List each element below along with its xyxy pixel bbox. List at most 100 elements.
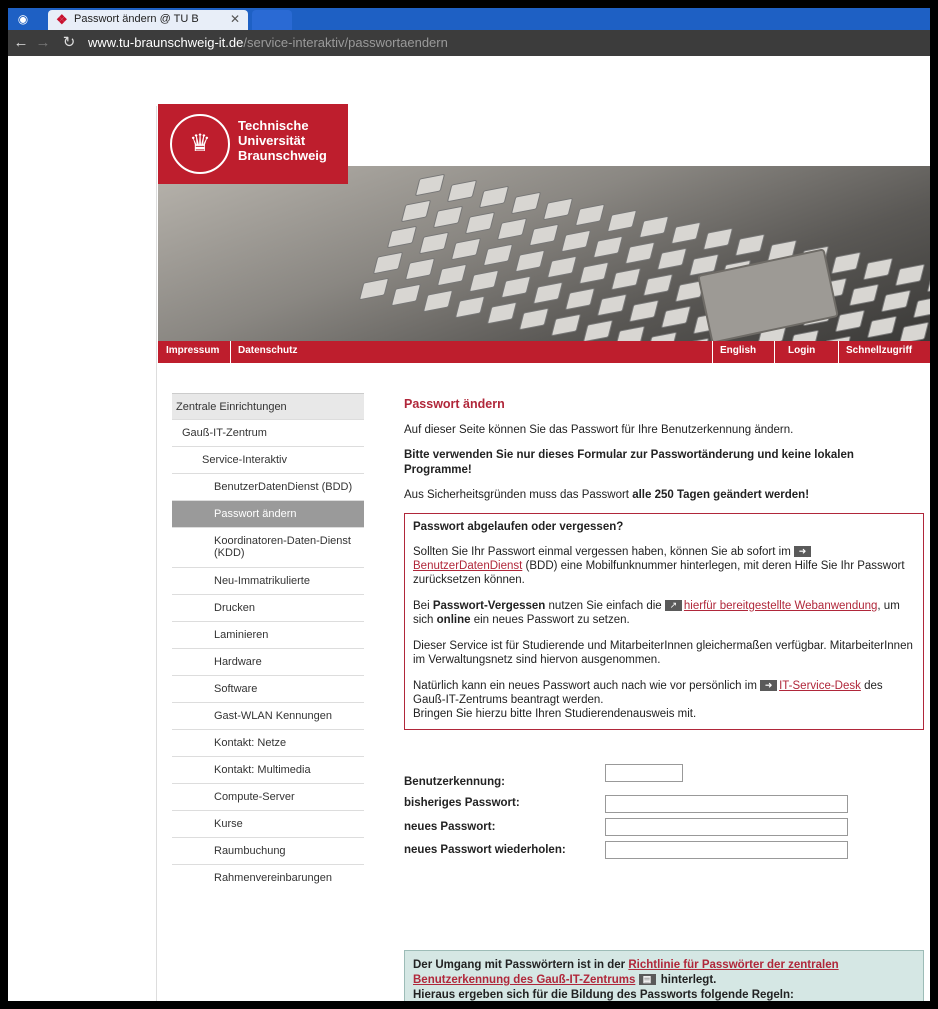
keyboard-key [358,277,390,301]
tab-bar: ◉ ❖ Passwort ändern @ TU B ✕ [8,8,930,30]
touchpad-graphic [697,248,839,342]
reload-icon[interactable]: ↻ [60,34,78,52]
sidebar-item-zentrale-einrichtungen[interactable]: Zentrale Einrichtungen [172,393,364,420]
sidebar-item-compute-server[interactable]: Compute-Server [172,784,364,811]
header-image [158,166,930,342]
keyboard-key [560,229,592,253]
forward-arrow-icon[interactable]: → [34,34,52,52]
url-path: /service-interaktiv/passwortaendern [243,35,448,50]
new-password-input[interactable] [605,818,848,836]
logo-line-3: Braunschweig [238,148,327,163]
main-content: Passwort ändern Auf dieser Seite können … [404,393,924,874]
webapp-link[interactable]: hierfür bereitgestellte Webanwendung [684,600,878,612]
keyboard-key [386,225,418,249]
nav-datenschutz[interactable]: Datenschutz [238,345,297,356]
keyboard-key [372,251,404,275]
incognito-icon: ◉ [17,12,29,26]
sidebar-item-drucken[interactable]: Drucken [172,595,364,622]
notice-paragraph-3: Dieser Service ist für Studierende und M… [413,640,913,666]
keyboard-key [514,249,546,273]
nav-impressum[interactable]: Impressum [166,345,219,356]
nav-divider [838,341,839,363]
sidebar-item-service-interaktiv[interactable]: Service-Interaktiv [172,447,364,474]
keyboard-key [528,223,560,247]
keyboard-key [436,263,468,287]
keyboard-key [614,325,646,342]
page: ♛ Technische Universität Braunschweig Im… [8,56,930,1001]
sidebar-item-software[interactable]: Software [172,676,364,703]
address-bar[interactable]: www.tu-braunschweig-it.de/service-intera… [88,35,448,50]
keyboard-key [670,221,702,245]
sidebar-item-rahmenvereinbarungen[interactable]: Rahmenvereinbarungen [172,865,364,892]
keyboard-key [880,289,912,313]
keyboard-key [418,231,450,255]
keyboard-key [450,237,482,261]
keyboard-key [482,243,514,267]
notice-text: Bei [413,600,433,612]
keyboard-key [848,283,880,307]
keyboard-key [628,299,660,323]
keyboard-key [866,315,898,339]
keyboard-key [464,211,496,235]
security-text-prefix: Aus Sicherheitsgründen muss das Passwort [404,489,633,501]
keyboard-key [624,241,656,265]
keyboard-key [596,293,628,317]
it-service-desk-link[interactable]: IT-Service-Desk [779,680,861,692]
repeat-password-label: neues Passwort wiederholen: [404,844,566,856]
keyboard-key [546,255,578,279]
rules-text: Hieraus ergeben sich für die Bildung des… [413,989,794,1001]
sidebar-item-hardware[interactable]: Hardware [172,649,364,676]
keyboard-key [734,233,766,257]
nav-schnellzugriff[interactable]: Schnellzugriff [846,345,912,356]
sidebar-item-kdd[interactable]: Koordinatoren-Daten-Dienst (KDD) [172,528,364,568]
keyboard-key [518,307,550,331]
notice-bold: online [436,614,471,626]
sidebar-item-kontakt-netze[interactable]: Kontakt: Netze [172,730,364,757]
keyboard-key [834,309,866,333]
sidebar-item-gast-wlan[interactable]: Gast-WLAN Kennungen [172,703,364,730]
sidebar-item-passwort-aendern[interactable]: Passwort ändern [172,501,364,528]
page-title: Passwort ändern [404,397,505,411]
tab-active[interactable]: ❖ Passwort ändern @ TU B ✕ [48,10,248,30]
sidebar-item-kurse[interactable]: Kurse [172,811,364,838]
notice-text: ein neues Passwort zu setzen. [470,614,630,626]
university-logo[interactable]: ♛ Technische Universität Braunschweig [158,104,348,184]
notice-text: Natürlich kann ein neues Passwort auch n… [413,680,761,692]
sidebar-item-neu-immatrikulierte[interactable]: Neu-Immatrikulierte [172,568,364,595]
sidebar-item-laminieren[interactable]: Laminieren [172,622,364,649]
keyboard-key [610,267,642,291]
url-host: www.tu-braunschweig-it.de [88,35,244,50]
sidebar-item-kontakt-multimedia[interactable]: Kontakt: Multimedia [172,757,364,784]
keyboard-key [432,205,464,229]
new-tab-button[interactable] [252,10,292,30]
keyboard-key [894,263,926,287]
sidebar-item-bdd[interactable]: BenutzerDatenDienst (BDD) [172,474,364,501]
keyboard-key [574,203,606,227]
security-text: Aus Sicherheitsgründen muss das Passwort… [404,488,924,503]
back-arrow-icon[interactable]: ← [12,34,30,52]
page-divider [156,106,157,1001]
intro-text: Auf dieser Seite können Sie das Passwort… [404,424,794,436]
university-seal-icon: ♛ [170,114,230,174]
keyboard-key [582,319,614,342]
logo-line-2: Universität [238,133,306,148]
username-input[interactable] [605,764,683,782]
keyboard-key [404,257,436,281]
notice-bold: Passwort-Vergessen [432,600,546,612]
close-icon[interactable]: ✕ [230,12,240,26]
old-password-label: bisheriges Passwort: [404,797,520,809]
bdd-link[interactable]: BenutzerDatenDienst [413,560,522,572]
repeat-password-input[interactable] [605,841,848,859]
tu-seal-icon: ❖ [56,12,68,27]
sidebar-item-gauss-it-zentrum[interactable]: Gauß-IT-Zentrum [172,420,364,447]
external-link-icon: ↗ [664,600,682,612]
sidebar-item-raumbuchung[interactable]: Raumbuchung [172,838,364,865]
keyboard-key [478,185,510,209]
keyboard-key [656,247,688,271]
keyboard-key [660,305,692,329]
notice-text: Sollten Sie Ihr Passwort einmal vergesse… [413,546,794,558]
nav-login[interactable]: Login [788,345,815,356]
old-password-input[interactable] [605,795,848,813]
nav-english[interactable]: English [720,345,756,356]
keyboard-key [912,295,930,319]
